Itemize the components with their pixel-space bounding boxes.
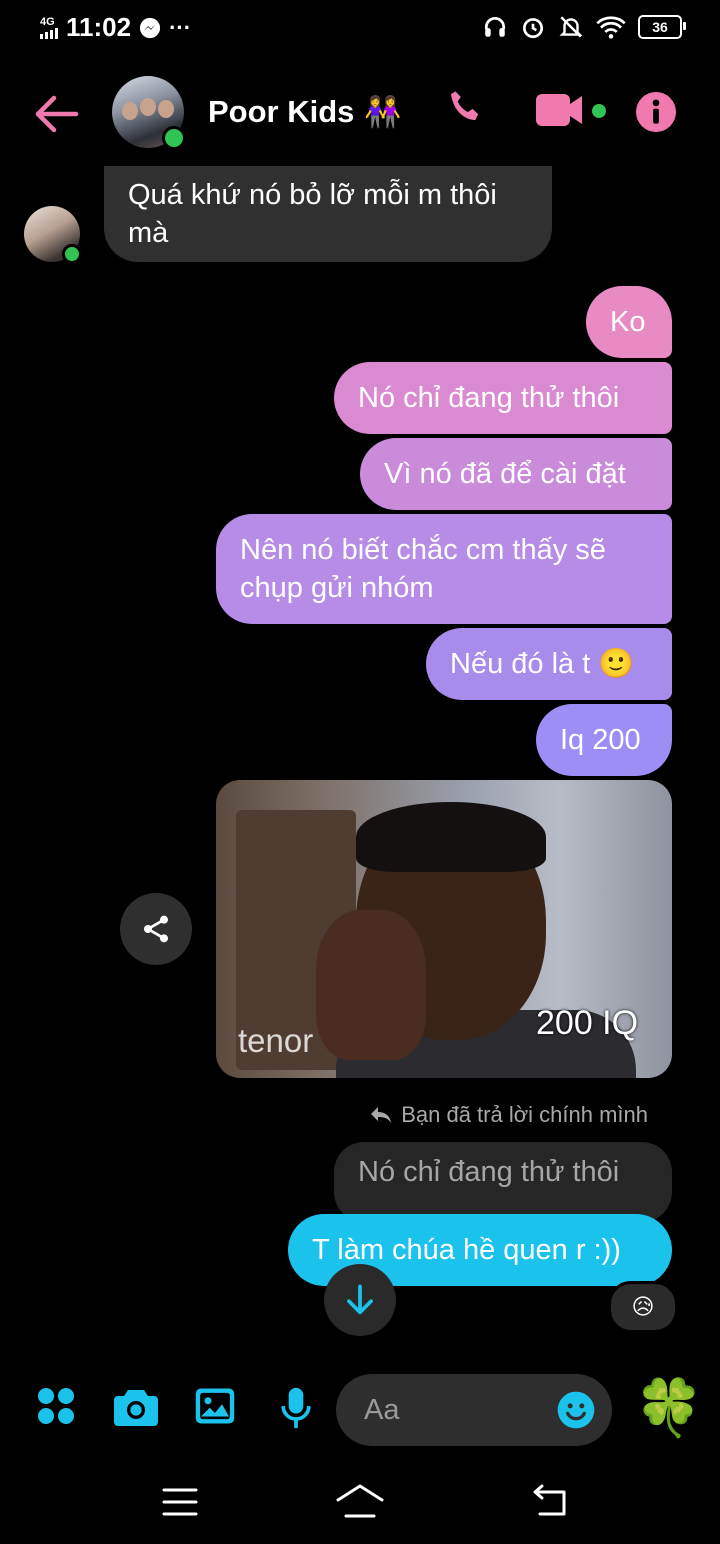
nav-back-icon[interactable] <box>530 1484 568 1518</box>
reply-label: Bạn đã trả lời chính mình <box>369 1102 648 1128</box>
quoted-message[interactable]: Nó chỉ đang thử thôi <box>334 1142 672 1222</box>
message-text: Nếu đó là t 🙂 <box>450 648 635 680</box>
camera-icon[interactable] <box>112 1386 160 1428</box>
quick-reaction-button[interactable]: 🍀 <box>634 1376 704 1440</box>
share-icon <box>144 915 168 943</box>
wifi-icon <box>596 16 626 39</box>
message-text: Quá khứ nó bỏ lỡ mỗi m thôi mà <box>128 179 497 249</box>
alarm-icon <box>522 18 544 39</box>
quoted-text: Nó chỉ đang thử thôi <box>358 1155 620 1188</box>
sender-online-indicator <box>62 244 82 264</box>
message-text: Nó chỉ đang thử thôi <box>358 382 620 414</box>
status-more: ··· <box>169 14 192 40</box>
gif-message[interactable]: tenor 200 IQ <box>216 780 672 1078</box>
network-indicator: 4G <box>40 15 58 39</box>
status-bar: 4G 11:02 ··· 36 <box>0 0 720 56</box>
message-text: Ko <box>610 306 646 338</box>
status-left: 4G 11:02 ··· <box>40 12 191 43</box>
gif-person-hand <box>316 910 426 1060</box>
video-camera-icon[interactable] <box>536 92 608 132</box>
status-time: 11:02 <box>66 12 132 42</box>
reaction-badge[interactable]: 😥 <box>608 1281 678 1333</box>
back-arrow-icon[interactable] <box>32 92 80 136</box>
gif-person-hair <box>356 802 546 872</box>
emoji-icon[interactable] <box>556 1390 596 1430</box>
silent-icon <box>559 16 583 38</box>
system-nav-bar <box>0 1462 720 1544</box>
sent-message[interactable]: Vì nó đã để cài đặt <box>360 438 672 510</box>
headphones-icon <box>484 16 506 37</box>
message-text: T làm chúa hề quen r :)) <box>312 1233 621 1266</box>
status-right: 36 <box>482 14 686 40</box>
share-button[interactable] <box>120 893 192 965</box>
online-indicator <box>162 126 186 150</box>
battery-indicator: 36 <box>638 15 686 39</box>
message-input[interactable] <box>362 1392 546 1428</box>
scroll-down-button[interactable] <box>324 1264 396 1336</box>
sent-message[interactable]: Iq 200 <box>536 704 672 776</box>
phone-icon[interactable] <box>444 86 486 130</box>
reaction-emoji: 😥 <box>631 1294 655 1319</box>
message-input-box[interactable] <box>336 1374 612 1446</box>
sent-message[interactable]: Nếu đó là t 🙂 <box>426 628 672 700</box>
reply-label-text: Bạn đã trả lời chính mình <box>401 1102 648 1127</box>
gallery-icon[interactable] <box>194 1386 236 1426</box>
battery-level: 36 <box>652 19 668 35</box>
message-text: Vì nó đã để cài đặt <box>384 458 626 490</box>
signal-icon <box>40 27 58 39</box>
message-text: Nên nó biết chắc cm thấy sẽ chụp gửi nhó… <box>240 534 606 604</box>
gif-caption: 200 IQ <box>536 1004 639 1042</box>
messenger-notification-icon <box>139 17 161 38</box>
sent-message[interactable]: Ko <box>586 286 672 358</box>
call-active-dot <box>592 104 606 118</box>
microphone-icon[interactable] <box>280 1386 312 1430</box>
chat-title[interactable]: Poor Kids 👭 <box>208 94 402 130</box>
network-type: 4G <box>40 15 55 28</box>
menu-dots-icon[interactable] <box>36 1386 76 1426</box>
info-icon[interactable] <box>636 92 676 132</box>
sent-message[interactable]: Nó chỉ đang thử thôi <box>334 362 672 434</box>
group-name: Poor Kids <box>208 94 355 129</box>
message-text: Iq 200 <box>560 724 641 756</box>
reply-icon <box>371 1107 392 1123</box>
chat-header: Poor Kids 👭 <box>0 62 720 162</box>
gif-watermark: tenor <box>238 1022 314 1059</box>
group-emoji: 👭 <box>364 95 402 129</box>
nav-home-icon[interactable] <box>336 1484 384 1520</box>
sent-message[interactable]: Nên nó biết chắc cm thấy sẽ chụp gửi nhó… <box>216 514 672 624</box>
scroll-down-icon <box>347 1284 373 1315</box>
received-message[interactable]: Quá khứ nó bỏ lỡ mỗi m thôi mà <box>104 166 552 262</box>
nav-menu-icon[interactable] <box>162 1486 198 1518</box>
composer-bar: 🍀 <box>0 1366 720 1456</box>
